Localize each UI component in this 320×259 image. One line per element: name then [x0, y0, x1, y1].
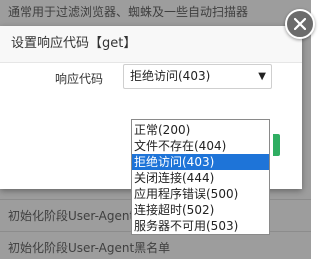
response-code-label: 响应代码	[55, 72, 104, 86]
option-403[interactable]: 拒绝访问(403)	[132, 154, 269, 170]
confirm-button[interactable]	[273, 134, 280, 156]
option-500[interactable]: 应用程序错误(500)	[132, 186, 269, 202]
option-503[interactable]: 服务器不可用(503)	[132, 218, 269, 234]
response-code-dropdown: 正常(200) 文件不存在(404) 拒绝访问(403) 关闭连接(444) 应…	[131, 119, 270, 235]
close-icon	[294, 18, 306, 30]
background-row-ua-blacklist[interactable]: 初始化阶段User-Agent黑名单	[0, 236, 311, 259]
background-description-text: 通常用于过滤浏览器、蜘蛛及一些自动扫描器	[8, 5, 249, 19]
select-value: 拒绝访问(403)	[130, 69, 211, 83]
dialog-title: 设置响应代码【get】	[0, 26, 302, 63]
response-code-select[interactable]: 拒绝访问(403) ▼	[123, 64, 272, 89]
option-200[interactable]: 正常(200)	[132, 122, 269, 138]
close-button[interactable]	[285, 9, 315, 39]
option-502[interactable]: 连接超时(502)	[132, 202, 269, 218]
option-404[interactable]: 文件不存在(404)	[132, 138, 269, 154]
option-444[interactable]: 关闭连接(444)	[132, 170, 269, 186]
chevron-down-icon: ▼	[258, 71, 266, 82]
page: 通常用于过滤浏览器、蜘蛛及一些自动扫描器 初始化阶段User-Agent 初始化…	[0, 0, 315, 259]
